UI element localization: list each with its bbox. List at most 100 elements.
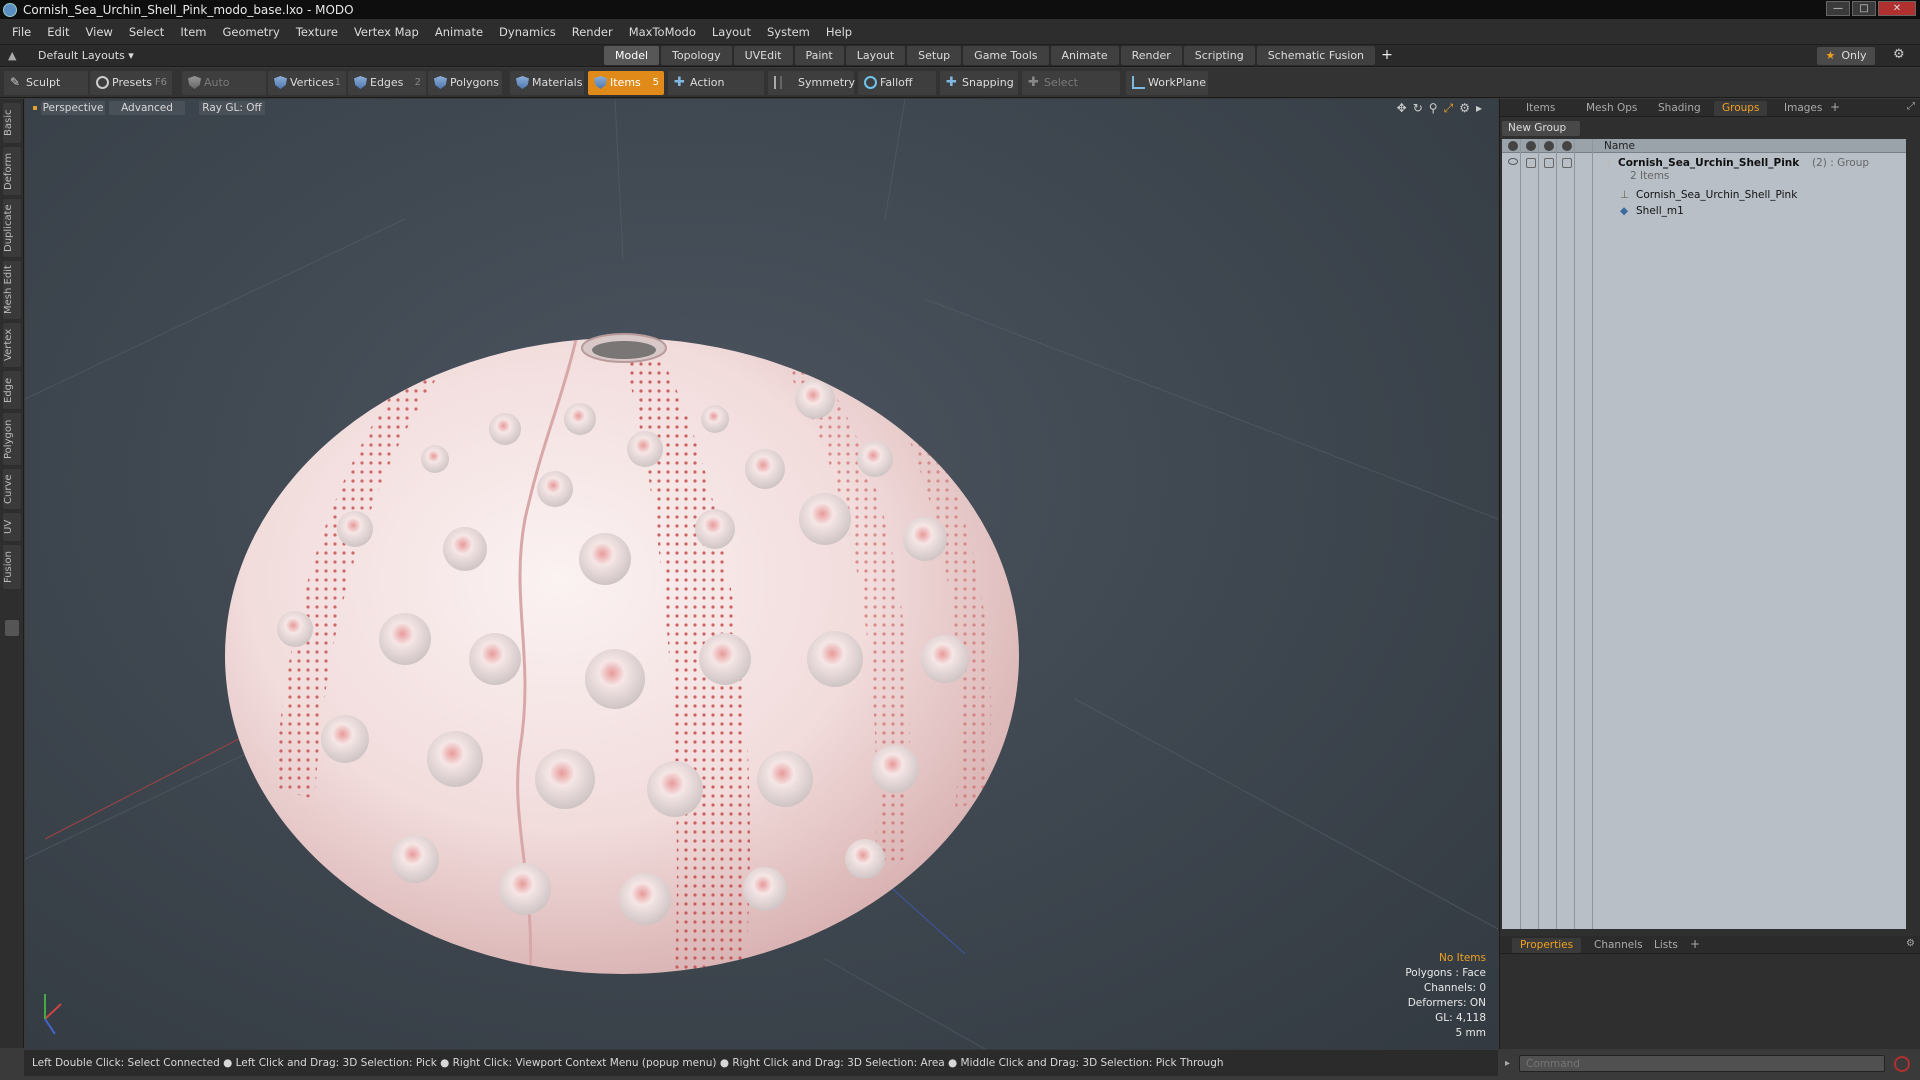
items-label: Items (610, 76, 641, 89)
menu-maxtomodo[interactable]: MaxToModo (621, 19, 704, 45)
tab-channels[interactable]: Channels (1586, 938, 1651, 953)
vtab-uv[interactable]: UV (3, 513, 21, 541)
rotate-icon[interactable]: ↻ (1413, 101, 1423, 116)
tab-mesh-ops[interactable]: Mesh Ops (1578, 101, 1645, 116)
tab-items[interactable]: Items (1518, 101, 1563, 116)
unit-stat: 5 mm (1455, 1027, 1486, 1039)
falloff-button[interactable]: Falloff (858, 71, 936, 95)
vtab-deform[interactable]: Deform (3, 147, 21, 195)
3d-viewport[interactable]: Perspective Advanced Ray GL: Off ✥ ↻ ⚲ ⤢… (25, 99, 1498, 1049)
panel-tabs: Items Mesh Ops Shading Groups Images + ⤢ (1500, 99, 1920, 117)
maximize-viewport-icon[interactable]: ⤢ (1444, 101, 1454, 116)
menu-view[interactable]: View (78, 19, 121, 45)
tab-images[interactable]: Images (1776, 101, 1830, 116)
shading-mode-button[interactable]: Advanced (109, 101, 185, 115)
lock-toggle[interactable] (1544, 158, 1554, 168)
menu-animate[interactable]: Animate (427, 19, 491, 45)
tab-properties[interactable]: Properties (1512, 938, 1582, 953)
collapse-arrow-icon[interactable]: ▲ (8, 49, 16, 62)
expand-panel-icon[interactable]: ⤢ (1907, 101, 1915, 112)
tab-scripting[interactable]: Scripting (1183, 46, 1255, 65)
menu-help[interactable]: Help (818, 19, 860, 45)
tab-paint[interactable]: Paint (794, 46, 844, 65)
symmetry-button[interactable]: Symmetry (768, 71, 855, 95)
only-button[interactable]: ★ Only (1817, 47, 1875, 65)
properties-settings-icon[interactable]: ⚙ (1906, 938, 1915, 949)
workplane-button[interactable]: WorkPlane (1126, 71, 1208, 95)
items-button[interactable]: Items 5 (588, 71, 664, 95)
view-mode-button[interactable]: Perspective (41, 101, 105, 115)
tab-groups[interactable]: Groups (1714, 101, 1768, 116)
action-center-button[interactable]: ✚Action Center (668, 71, 764, 113)
tab-lists[interactable]: Lists (1646, 938, 1686, 953)
tab-setup[interactable]: Setup (907, 46, 962, 65)
vtab-polygon[interactable]: Polygon (3, 413, 21, 465)
tab-schematic-fusion[interactable]: Schematic Fusion (1256, 46, 1376, 65)
add-tab-button[interactable]: + (1377, 46, 1397, 65)
maximize-button[interactable]: □ (1852, 1, 1876, 16)
menu-texture[interactable]: Texture (288, 19, 346, 45)
viewport-menu-dot[interactable] (33, 106, 37, 110)
auto-select-button[interactable]: Auto Select (182, 71, 266, 113)
close-button[interactable]: ✕ (1878, 1, 1916, 16)
menu-geometry[interactable]: Geometry (215, 19, 288, 45)
viewport-scene (25, 99, 1498, 1049)
viewport-gear-icon[interactable]: ⚙ (1459, 101, 1470, 116)
raygl-button[interactable]: Ray GL: Off (199, 101, 265, 115)
snapping-button[interactable]: ✚ Snapping (940, 71, 1018, 95)
tab-uvedit[interactable]: UVEdit (733, 46, 793, 65)
menu-edit[interactable]: Edit (39, 19, 77, 45)
vertices-button[interactable]: Vertices 1 (268, 71, 346, 95)
vtab-duplicate[interactable]: Duplicate (3, 199, 21, 257)
edges-button[interactable]: Edges 2 (348, 71, 426, 95)
gear-icon[interactable]: ⚙ (1893, 47, 1905, 62)
zoom-icon[interactable]: ⚲ (1429, 101, 1438, 116)
visibility-eye-icon[interactable] (1508, 158, 1518, 165)
command-expand-icon[interactable]: ▸ (1505, 1058, 1510, 1069)
sculpt-button[interactable]: ✎ Sculpt (4, 71, 88, 95)
menu-item[interactable]: Item (172, 19, 214, 45)
command-input[interactable] (1519, 1055, 1885, 1072)
edges-key: 2 (414, 77, 421, 88)
tab-model[interactable]: Model (604, 46, 660, 65)
minimize-button[interactable]: — (1826, 1, 1850, 16)
add-panel-tab-button[interactable]: + (1830, 100, 1840, 114)
new-group-button[interactable]: New Group (1502, 121, 1580, 136)
menu-select[interactable]: Select (121, 19, 172, 45)
vtab-edge[interactable]: Edge (3, 371, 21, 409)
vtab-fusion[interactable]: Fusion (3, 545, 21, 589)
column-divider (1592, 139, 1593, 929)
vtab-vertex[interactable]: Vertex (3, 323, 21, 367)
vtab-curve[interactable]: Curve (3, 469, 21, 509)
tab-render[interactable]: Render (1120, 46, 1182, 65)
tab-layout[interactable]: Layout (845, 46, 906, 65)
select-toggle[interactable] (1562, 158, 1572, 168)
render-toggle[interactable] (1526, 158, 1536, 168)
menu-system[interactable]: System (759, 19, 818, 45)
collapse-group-icon[interactable]: ▾ (1606, 155, 1611, 171)
pan-icon[interactable]: ✥ (1397, 101, 1407, 116)
tab-shading[interactable]: Shading (1650, 101, 1709, 116)
tab-topology[interactable]: Topology (661, 46, 732, 65)
layout-dropdown[interactable]: Default Layouts ▾ (28, 45, 144, 67)
menu-render[interactable]: Render (564, 19, 621, 45)
viewport-expand-icon[interactable]: ▸ (1476, 101, 1482, 116)
add-properties-tab-button[interactable]: + (1690, 937, 1700, 951)
vtab-basic[interactable]: Basic (3, 103, 21, 143)
menu-vertex-map[interactable]: Vertex Map (346, 19, 427, 45)
materials-button[interactable]: Materials (510, 71, 584, 95)
tab-game-tools[interactable]: Game Tools (963, 46, 1049, 65)
list-item[interactable]: ◆ Shell_m1 (1502, 203, 1906, 219)
menu-file[interactable]: File (4, 19, 39, 45)
menu-layout[interactable]: Layout (704, 19, 759, 45)
polygons-button[interactable]: Polygons (428, 71, 502, 95)
presets-button[interactable]: Presets F6 (90, 71, 172, 95)
record-macro-icon[interactable] (1894, 1056, 1910, 1072)
vtab-mesh-edit[interactable]: Mesh Edit (3, 261, 21, 319)
panel-toggle-button[interactable] (5, 620, 19, 636)
list-item[interactable]: ⊥ Cornish_Sea_Urchin_Shell_Pink (1502, 187, 1906, 203)
tab-animate[interactable]: Animate (1050, 46, 1119, 65)
menu-dynamics[interactable]: Dynamics (491, 19, 564, 45)
group-row[interactable]: ▾ Cornish_Sea_Urchin_Shell_Pink (2) : Gr… (1502, 155, 1906, 185)
select-through-button[interactable]: ✚Select Through (1022, 71, 1120, 113)
